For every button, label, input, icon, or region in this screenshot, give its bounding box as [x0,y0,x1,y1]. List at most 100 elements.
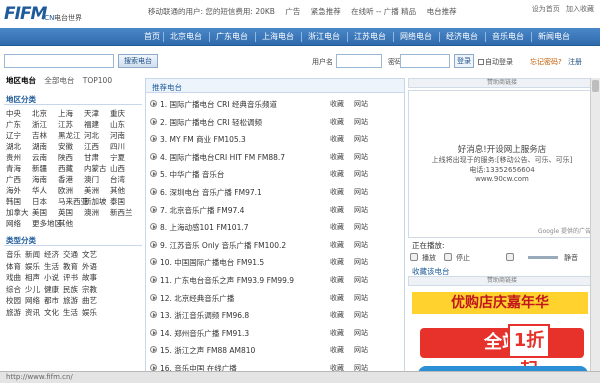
station-name[interactable]: 4. 国际广播电台CRI HIT FM FM88.7 [160,152,285,163]
favorite-link[interactable]: 收藏 [330,169,344,179]
category-link[interactable]: 宗教 [82,285,97,294]
city-link[interactable]: 重庆 [110,108,136,119]
city-link[interactable]: 宁夏 [110,152,136,163]
text-ad[interactable]: 好消息!开设网上服务店 上线将出现于的服务:[移动公告、可乐、可乐] 电话:13… [408,90,596,238]
city-link[interactable]: 美国 [32,207,58,218]
favorite-link[interactable]: 收藏 [330,310,344,320]
nav-item[interactable]: 江苏电台 [354,31,386,42]
city-link[interactable]: 广东 [6,119,32,130]
station-row[interactable]: 6. 深圳电台 音乐广播 FM97.1 收藏 网站 [150,184,402,201]
nav-item[interactable]: 经济电台 [446,31,478,42]
favorite-link[interactable]: 收藏 [330,293,344,303]
website-link[interactable]: 网站 [354,152,368,162]
station-row[interactable]: 13. 浙江音乐调频 FM96.8 收藏 网站 [150,307,402,324]
city-link[interactable]: 网络 [6,218,32,229]
station-name[interactable]: 14. 郑州音乐广播 FM91.3 [160,328,249,339]
city-link[interactable]: 更多地区 [32,218,62,229]
city-link[interactable]: 河北 [84,130,110,141]
city-link[interactable]: 澳洲 [84,207,110,218]
city-link[interactable]: 贵州 [6,152,32,163]
banner-discount[interactable]: 1折起 [508,324,550,381]
category-link[interactable]: 网络 [25,296,40,305]
category-link[interactable]: 综合 [6,285,21,294]
station-name[interactable]: 6. 深圳电台 音乐广播 FM97.1 [160,187,262,198]
city-link[interactable]: 青海 [6,163,32,174]
register-link[interactable]: 注册 [568,57,582,67]
website-link[interactable]: 网站 [354,275,368,285]
category-link[interactable]: 评书 [63,273,78,282]
station-name[interactable]: 13. 浙江音乐调频 FM96.8 [160,310,249,321]
category-link[interactable]: 故事 [82,273,97,282]
city-link[interactable]: 欧洲 [58,185,84,196]
category-link[interactable]: 交通 [63,250,78,259]
station-row[interactable]: 10. 中国国际广播电台 FM91.5 收藏 网站 [150,254,402,271]
play-icon[interactable] [150,223,157,231]
station-name[interactable]: 12. 北京经典音乐广播 [160,293,234,304]
favorite-link[interactable]: 收藏 [330,134,344,144]
play-icon[interactable] [150,152,157,160]
ad-line[interactable]: 好消息!开设网上服务店 [409,143,595,155]
remember-me[interactable]: 自动登录 [478,57,513,67]
website-link[interactable]: 网站 [354,328,368,338]
google-ads-badge[interactable]: Google 提供的广告 [538,226,591,235]
city-link[interactable]: 上海 [58,108,84,119]
city-link[interactable]: 山西 [110,163,136,174]
category-link[interactable]: 少儿 [25,285,40,294]
city-link[interactable]: 其他 [58,218,84,229]
station-row[interactable]: 5. 中华广播 音乐台 收藏 网站 [150,166,402,183]
city-link[interactable]: 泰国 [110,196,136,207]
station-row[interactable]: 2. 国际广播电台 CRI 轻松调频 收藏 网站 [150,114,402,131]
category-link[interactable]: 娱乐 [25,262,40,271]
category-link[interactable]: 旅游 [6,308,21,317]
station-name[interactable]: 15. 浙江之声 FM88 AM810 [160,345,255,356]
city-link[interactable]: 福建 [84,119,110,130]
favorite-link[interactable]: 收藏 [330,328,344,338]
city-link[interactable]: 澳门 [84,174,110,185]
play-icon[interactable] [150,100,157,107]
favorite-link[interactable]: 收藏 [330,117,344,127]
top-news-item[interactable]: 紧急推荐 [311,7,341,16]
city-link[interactable]: 吉林 [32,130,58,141]
favorite-link[interactable]: 收藏 [330,187,344,197]
top-news-item[interactable]: 电台推荐 [427,7,457,16]
website-link[interactable]: 网站 [354,240,368,250]
nav-item[interactable]: 首页 [144,31,160,42]
category-link[interactable]: 都市 [44,296,59,305]
city-link[interactable]: 江西 [84,141,110,152]
play-icon[interactable] [150,117,157,125]
nav-item[interactable]: 广东电台 [216,31,248,42]
city-link[interactable]: 内蒙古 [84,163,110,174]
play-icon[interactable] [150,135,157,143]
category-link[interactable]: 健康 [44,285,59,294]
website-link[interactable]: 网站 [354,310,368,320]
category-link[interactable]: 音乐 [6,250,21,259]
city-link[interactable]: 美洲 [84,185,110,196]
play-icon[interactable] [150,328,157,336]
category-link[interactable]: 曲艺 [82,296,97,305]
city-link[interactable]: 天津 [84,108,110,119]
play-icon[interactable] [150,364,157,371]
play-icon[interactable] [150,346,157,354]
password-input[interactable] [400,54,450,68]
website-link[interactable]: 网站 [354,222,368,232]
station-row[interactable]: 12. 北京经典音乐广播 收藏 网站 [150,290,402,307]
city-link[interactable]: 四川 [110,141,136,152]
city-link[interactable]: 华人 [32,185,58,196]
category-link[interactable]: 生活 [44,262,59,271]
station-name[interactable]: 2. 国际广播电台 CRI 轻松调频 [160,117,262,128]
city-link[interactable]: 马来西亚 [58,196,88,207]
scrollbar-thumb[interactable] [592,80,599,92]
nav-item[interactable]: 北京电台 [170,31,202,42]
city-link[interactable]: 辽宁 [6,130,32,141]
city-link[interactable]: 海外 [6,185,32,196]
category-link[interactable]: 体育 [6,262,21,271]
website-link[interactable]: 网站 [354,293,368,303]
city-link[interactable]: 河南 [110,130,136,141]
category-link[interactable]: 资讯 [25,308,40,317]
website-link[interactable]: 网站 [354,257,368,267]
favorite-link[interactable]: 收藏 [330,205,344,215]
city-link[interactable]: 江苏 [58,119,84,130]
set-homepage-link[interactable]: 设为首页 [532,5,560,13]
forgot-password-link[interactable]: 忘记密码? [530,57,562,67]
category-link[interactable]: 相声 [25,273,40,282]
